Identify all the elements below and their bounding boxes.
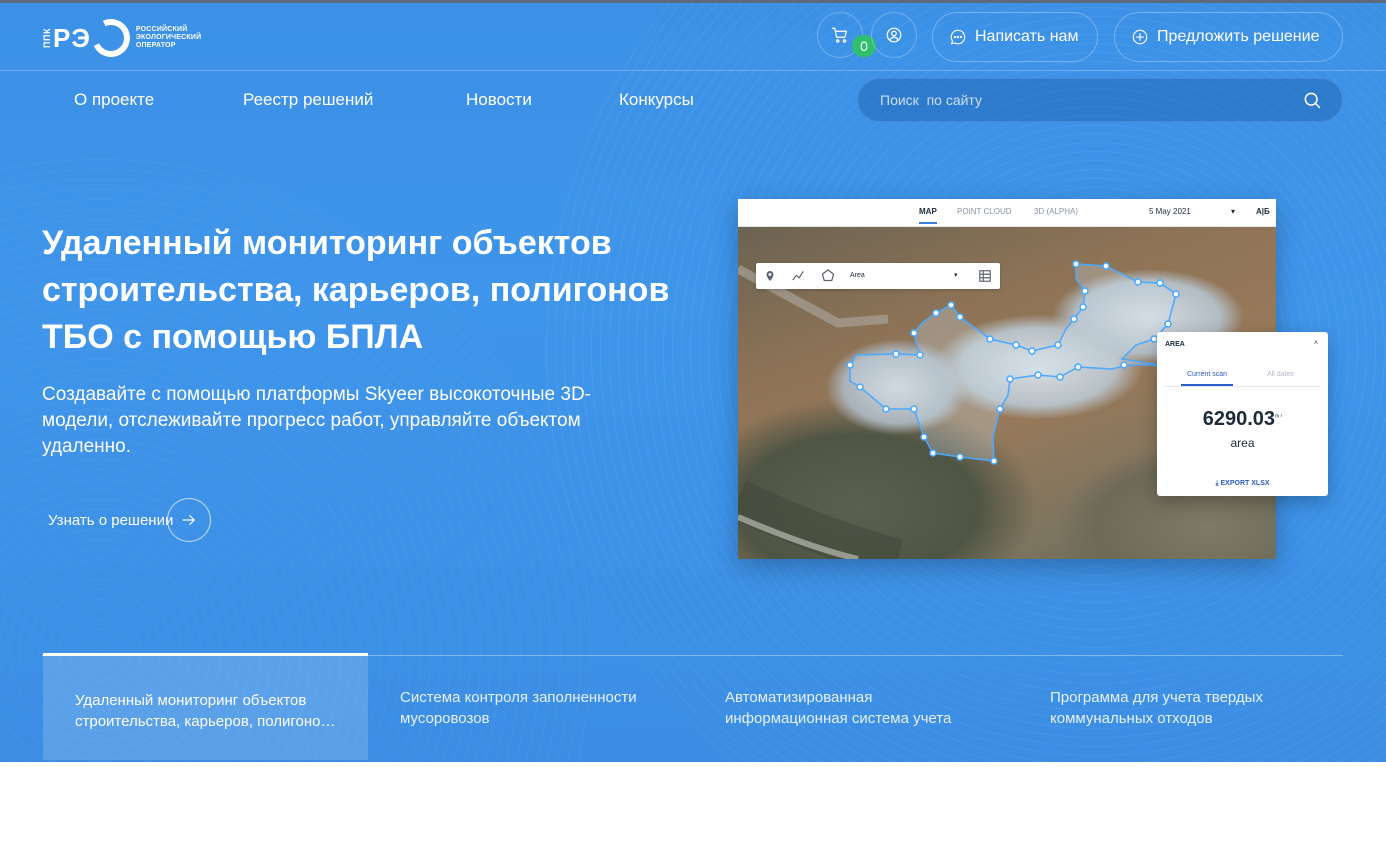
nav-item-news[interactable]: Новости — [466, 90, 532, 110]
suggest-solution-label: Предложить решение — [1157, 28, 1320, 45]
account-button[interactable] — [871, 12, 917, 58]
app-preview-topbar: MAP POINT CLOUD 3D (ALPHA) 5 May 2021 ▾ … — [738, 199, 1276, 227]
app-tab-3d: 3D (ALPHA) — [1034, 207, 1079, 216]
area-number: 6290.03 — [1202, 408, 1276, 430]
export-label: EXPORT XLSX — [1220, 480, 1270, 487]
logo-line-1: РОССИЙСКИЙ — [135, 26, 188, 33]
nav-item-about[interactable]: О проекте — [74, 90, 154, 110]
solution-tab-4[interactable]: Программа для учета твердых коммунальных… — [1018, 655, 1343, 762]
hero-description: Создавайте с помощью платформы Skyeer вы… — [42, 384, 591, 457]
logo-letter-e: Э — [71, 23, 90, 53]
chat-icon — [950, 29, 966, 45]
search-icon[interactable] — [1302, 90, 1322, 110]
plus-circle-icon — [1132, 29, 1148, 45]
user-icon — [886, 27, 902, 43]
nav-item-contests[interactable]: Конкурсы — [619, 90, 694, 110]
nav-item-registry[interactable]: Реестр решений — [243, 90, 373, 110]
suggest-solution-button[interactable]: Предложить решение — [1114, 12, 1343, 62]
hero-title: Удаленный мониторинг объектов строительс… — [42, 224, 670, 356]
solution-tab-4-label: Программа для учета твердых коммунальных… — [1050, 689, 1263, 727]
map-toolbar: Area ▾ — [756, 263, 1000, 289]
solution-tab-3-label: Автоматизированная информационная систем… — [725, 689, 952, 727]
app-tab-point-cloud: POINT CLOUD — [957, 207, 1012, 216]
polygon-icon — [821, 269, 835, 282]
polyline-icon — [792, 271, 804, 281]
area-panel-title: AREA — [1165, 341, 1185, 348]
area-measurement-panel: AREA ˄ Current scan All dates 6290.03m ²… — [1157, 332, 1328, 496]
area-tab-all: All dates — [1267, 371, 1294, 378]
measured-area-polygon — [849, 263, 1177, 462]
area-label: area — [1230, 436, 1255, 450]
arrow-right-icon — [167, 498, 212, 542]
site-search — [857, 78, 1343, 122]
logo-mark: ППК Р Э — [42, 13, 136, 63]
top-border — [0, 0, 1386, 3]
area-value: 6290.03m ² — [1157, 408, 1328, 431]
solution-tab-2-label: Система контроля заполненности мусоровоз… — [400, 689, 637, 727]
app-date: 5 May 2021 — [1149, 207, 1191, 216]
area-divider — [1165, 386, 1320, 387]
logo-text: РОССИЙСКИЙ ЭКОЛОГИЧЕСКИЙ ОПЕРАТОР — [136, 26, 201, 50]
cart-button[interactable]: 0 — [817, 12, 876, 58]
write-us-button[interactable]: Написать нам — [932, 12, 1098, 62]
logo-line-3: ОПЕРАТОР — [135, 42, 176, 49]
site-header: ППК Р Э РОССИЙСКИЙ ЭКОЛОГИЧЕСКИЙ ОПЕРАТО… — [0, 3, 1386, 71]
app-tab-map: MAP — [919, 207, 937, 224]
tool-select-value: Area — [850, 272, 865, 279]
write-us-label: Написать нам — [975, 28, 1079, 45]
tool-dropdown-icon: ▾ — [954, 272, 958, 279]
area-tab-current: Current scan — [1181, 371, 1233, 386]
learn-more-link[interactable]: Узнать о решении — [48, 498, 212, 542]
logo-letter-r: Р — [53, 23, 71, 53]
chevron-up-icon: ˄ — [1313, 340, 1318, 347]
app-compare-toggle: A|Б — [1256, 207, 1270, 216]
cart-icon — [831, 27, 847, 43]
search-input[interactable] — [880, 79, 1280, 121]
date-dropdown-icon: ▾ — [1231, 207, 1236, 216]
logo-abbr: ППК — [42, 28, 52, 48]
solution-tab-3[interactable]: Автоматизированная информационная систем… — [693, 655, 1018, 762]
logo-line-2: ЭКОЛОГИЧЕСКИЙ — [135, 34, 202, 41]
grid-icon — [979, 270, 991, 282]
export-xlsx: ⤓ EXPORT XLSX — [1157, 480, 1328, 488]
learn-more-label: Узнать о решении — [48, 511, 174, 529]
solution-tab-2[interactable]: Система контроля заполненности мусоровоз… — [368, 655, 693, 762]
solution-tab-1[interactable]: Удаленный мониторинг объектов строительс… — [43, 653, 368, 760]
area-unit: m ² — [1275, 413, 1283, 420]
pin-icon — [766, 271, 774, 281]
logo-ring-icon — [86, 13, 136, 63]
logo[interactable]: ППК Р Э РОССИЙСКИЙ ЭКОЛОГИЧЕСКИЙ ОПЕРАТО… — [42, 13, 212, 63]
solution-tab-1-label: Удаленный мониторинг объектов строительс… — [75, 692, 329, 730]
